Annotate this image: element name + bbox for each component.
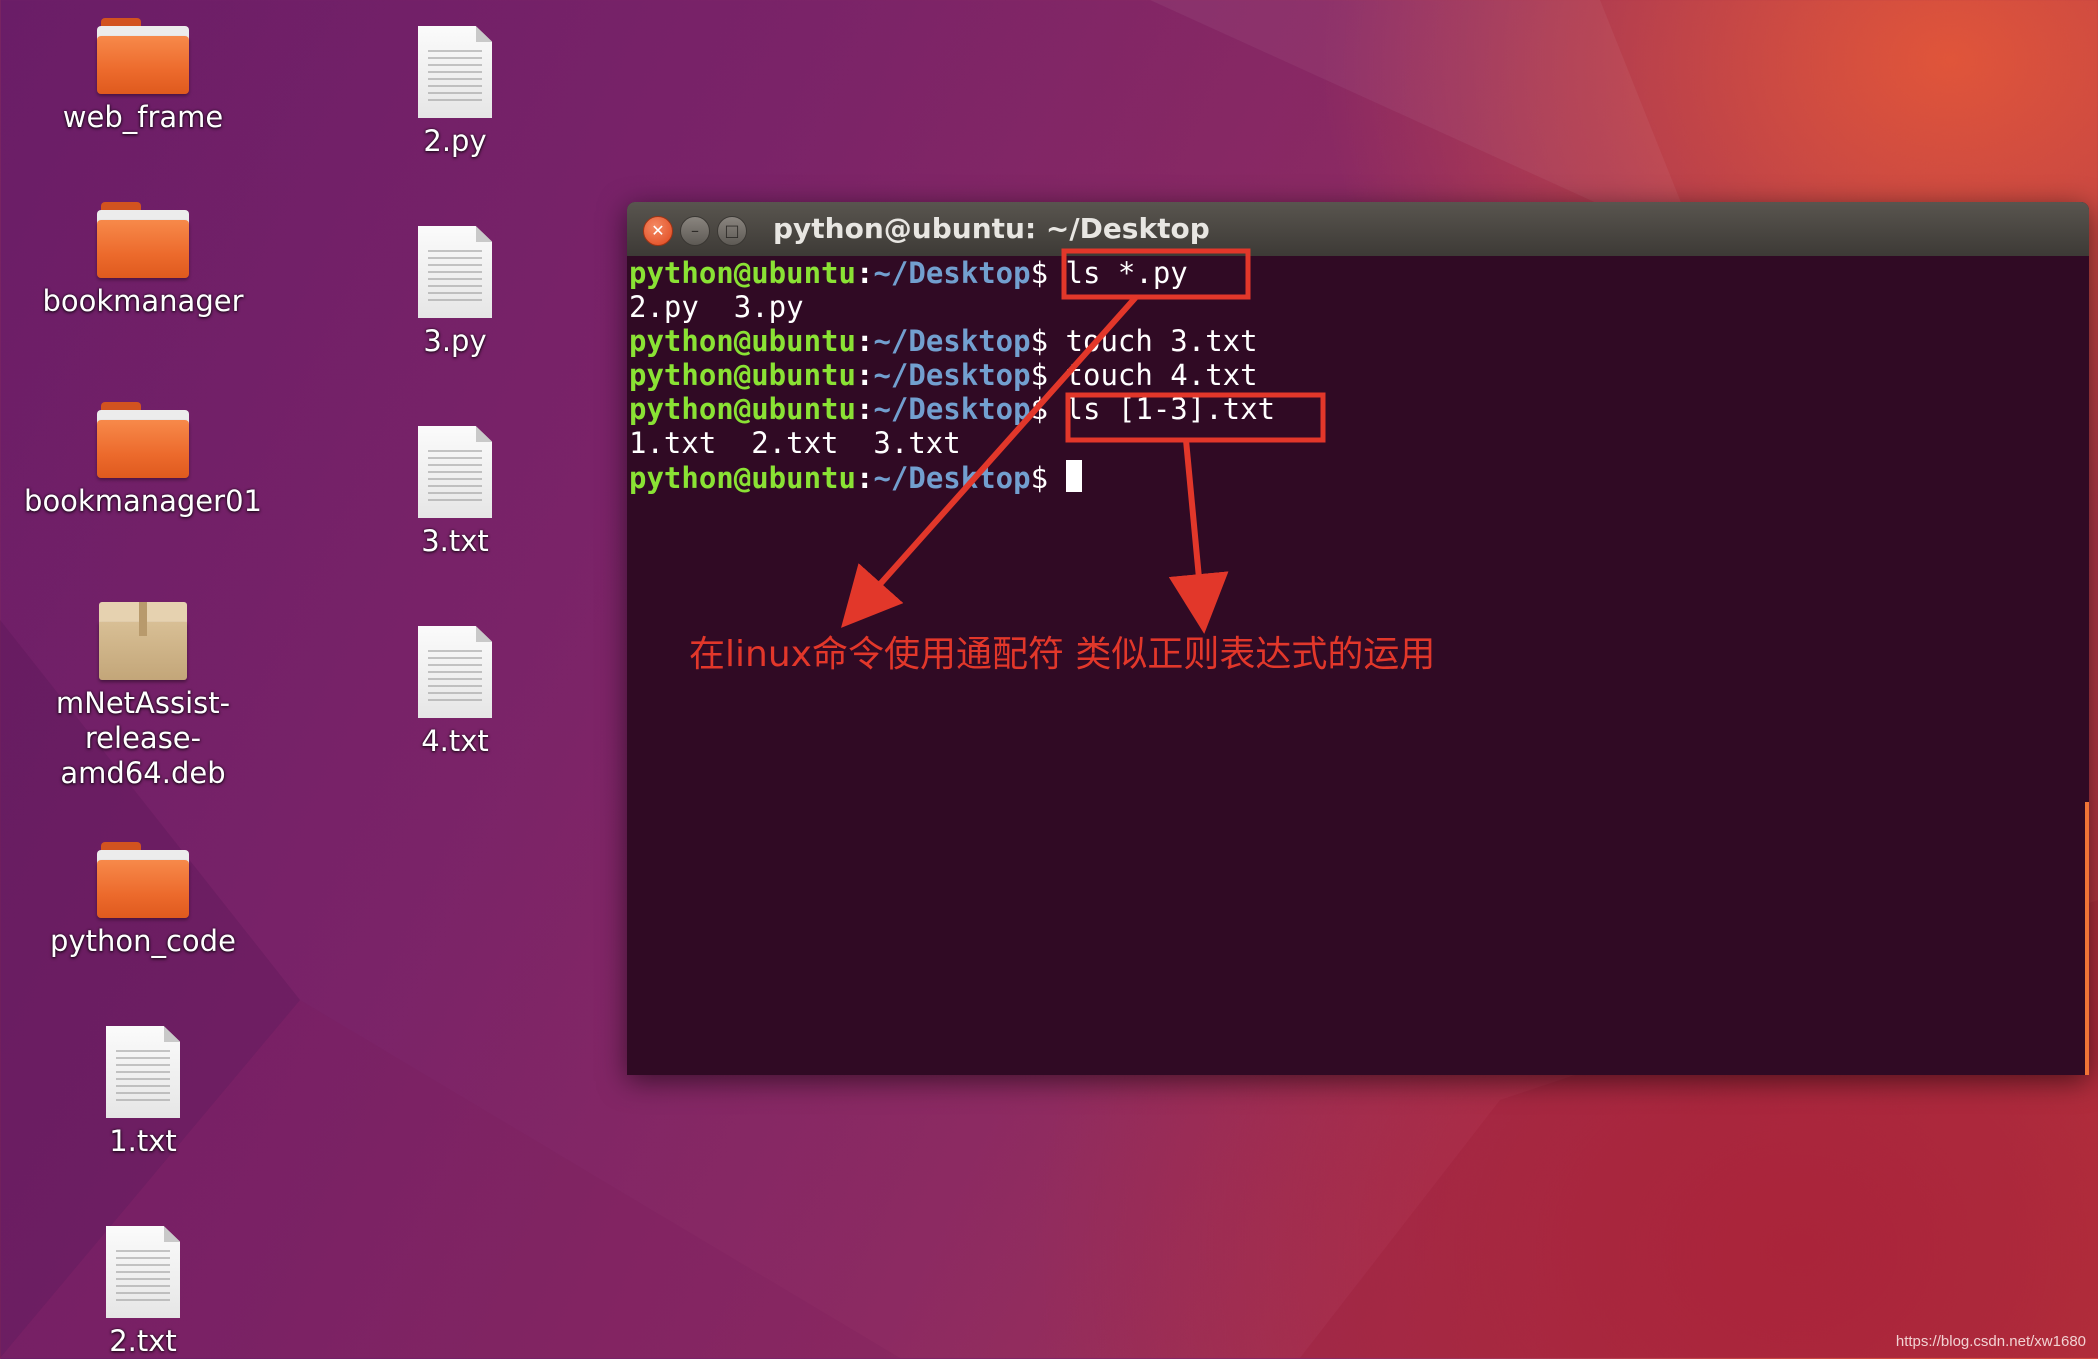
prompt-path: ~/Desktop <box>873 392 1031 426</box>
desktop-icon-2-py[interactable]: 2.py <box>305 26 605 159</box>
close-icon[interactable]: ✕ <box>643 216 673 246</box>
desktop-icon-label: 2.py <box>423 124 487 158</box>
text-file-icon <box>418 626 492 718</box>
window-title: python@ubuntu: ~/Desktop <box>773 212 1210 245</box>
terminal-command-line: python@ubuntu:~/Desktop$ ls *.py <box>629 256 2089 290</box>
window-titlebar[interactable]: ✕ – □ python@ubuntu: ~/Desktop <box>627 202 2089 256</box>
terminal-output[interactable]: python@ubuntu:~/Desktop$ ls *.py 2.py 3.p… <box>627 256 2089 495</box>
folder-icon <box>97 18 189 94</box>
prompt-user: python@ubuntu <box>629 392 856 426</box>
command-text: touch 4.txt <box>1065 358 1258 392</box>
folder-icon <box>97 202 189 278</box>
prompt-separator: : <box>855 256 874 290</box>
watermark: https://blog.csdn.net/xw1680 <box>1895 1333 2086 1350</box>
prompt-symbol: $ <box>1030 256 1049 290</box>
desktop-icon-bookmanager01[interactable]: bookmanager01 <box>0 402 293 519</box>
prompt-separator: : <box>855 358 874 392</box>
prompt-separator: : <box>855 324 874 358</box>
text-file-icon <box>418 426 492 518</box>
desktop-icon-label: 2.txt <box>109 1324 177 1358</box>
desktop-icon-label: mNetAssist-release-amd64.deb <box>55 686 231 790</box>
text-file-icon <box>418 226 492 318</box>
maximize-icon[interactable]: □ <box>717 216 747 246</box>
scrollbar[interactable] <box>2085 802 2089 1075</box>
desktop-icon-1-txt[interactable]: 1.txt <box>0 1026 293 1159</box>
desktop-icon-4-txt[interactable]: 4.txt <box>305 626 605 759</box>
desktop-icon-2-txt[interactable]: 2.txt <box>0 1226 293 1359</box>
text-file-icon <box>418 26 492 118</box>
desktop-icon-label: 3.txt <box>421 524 489 558</box>
desktop-icon-3-py[interactable]: 3.py <box>305 226 605 359</box>
terminal-command-line: python@ubuntu:~/Desktop$ touch 4.txt <box>629 358 2089 392</box>
prompt-separator: : <box>855 392 874 426</box>
prompt-separator: : <box>855 461 874 495</box>
terminal-output-line: 1.txt 2.txt 3.txt <box>629 426 961 460</box>
desktop-icon-label: 3.py <box>423 324 487 358</box>
package-icon <box>99 602 187 680</box>
terminal-command-line: python@ubuntu:~/Desktop$ ls [1-3].txt <box>629 392 2089 426</box>
desktop-icon-label: bookmanager01 <box>24 484 262 518</box>
annotation-note: 在linux命令使用通配符 类似正则表达式的运用 <box>689 634 1436 675</box>
prompt-symbol: $ <box>1030 324 1049 358</box>
desktop-icon-web-frame[interactable]: web_frame <box>0 18 293 135</box>
desktop-icon-bookmanager[interactable]: bookmanager <box>0 202 293 319</box>
desktop-icon-3-txt[interactable]: 3.txt <box>305 426 605 559</box>
prompt-symbol: $ <box>1030 392 1049 426</box>
command-text: touch 3.txt <box>1065 324 1258 358</box>
prompt-path: ~/Desktop <box>873 461 1031 495</box>
prompt-symbol: $ <box>1030 461 1049 495</box>
prompt-user: python@ubuntu <box>629 358 856 392</box>
prompt-user: python@ubuntu <box>629 256 856 290</box>
minimize-icon[interactable]: – <box>680 216 710 246</box>
prompt-path: ~/Desktop <box>873 324 1031 358</box>
folder-icon <box>97 842 189 918</box>
text-cursor <box>1065 460 1082 492</box>
text-file-icon <box>106 1026 180 1118</box>
desktop-icon-label: 1.txt <box>109 1124 177 1158</box>
desktop-icon-label: bookmanager <box>42 284 244 318</box>
desktop-icon-label: web_frame <box>62 100 224 134</box>
desktop-icon-mnetassist-deb[interactable]: mNetAssist-release-amd64.deb <box>0 602 293 791</box>
prompt-path: ~/Desktop <box>873 256 1031 290</box>
desktop-icon-label: python_code <box>50 924 236 958</box>
terminal-command-line: python@ubuntu:~/Desktop$ touch 3.txt <box>629 324 2089 358</box>
desktop-icon-python-code[interactable]: python_code <box>0 842 293 959</box>
folder-icon <box>97 402 189 478</box>
prompt-path: ~/Desktop <box>873 358 1031 392</box>
desktop-icon-label: 4.txt <box>421 724 489 758</box>
text-file-icon <box>106 1226 180 1318</box>
prompt-symbol: $ <box>1030 358 1049 392</box>
command-text: ls [1-3].txt <box>1065 392 1276 426</box>
command-text: ls *.py <box>1065 256 1188 290</box>
terminal-output-line: 2.py 3.py <box>629 290 804 324</box>
terminal-command-line: python@ubuntu:~/Desktop$ <box>629 460 2089 495</box>
prompt-user: python@ubuntu <box>629 461 856 495</box>
prompt-user: python@ubuntu <box>629 324 856 358</box>
